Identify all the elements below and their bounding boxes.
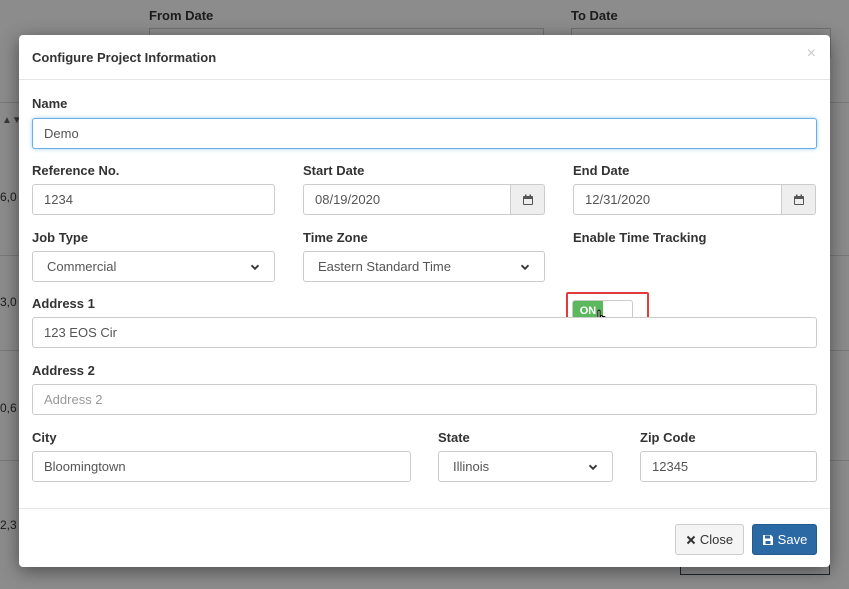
start-date-label: Start Date (303, 163, 365, 178)
calendar-icon (793, 194, 804, 205)
name-input[interactable] (32, 118, 817, 149)
close-button-label: Close (699, 532, 734, 547)
floppy-disk-icon (762, 534, 773, 545)
city-input[interactable] (32, 451, 411, 482)
state-value: Illinois (453, 459, 490, 474)
time-zone-value: Eastern Standard Time (318, 259, 451, 274)
start-date-input[interactable] (303, 184, 511, 215)
end-date-input[interactable] (573, 184, 782, 215)
reference-no-label: Reference No. (32, 163, 120, 178)
job-type-value: Commercial (47, 259, 117, 274)
end-date-calendar-button[interactable] (781, 184, 816, 215)
chevron-down-icon (250, 264, 260, 270)
address1-input[interactable] (32, 317, 817, 348)
state-select[interactable]: Illinois (438, 451, 613, 482)
time-tracking-label: Enable Time Tracking (573, 230, 707, 245)
configure-project-dialog: Configure Project Information × Name Ref… (19, 35, 830, 567)
job-type-select[interactable]: Commercial (32, 251, 275, 282)
modal-header: Configure Project Information × (19, 35, 830, 80)
state-label: State (438, 430, 470, 445)
end-date-label: End Date (573, 163, 630, 178)
zip-code-input[interactable] (640, 451, 817, 482)
times-icon (686, 535, 696, 544)
chevron-down-icon (520, 264, 530, 270)
modal-body: Name Reference No. Start Date End Date J… (19, 80, 830, 507)
calendar-icon (522, 194, 533, 205)
time-zone-select[interactable]: Eastern Standard Time (303, 251, 545, 282)
address2-input[interactable] (32, 384, 817, 415)
modal-title: Configure Project Information (32, 50, 217, 65)
address2-label: Address 2 (32, 363, 95, 378)
chevron-down-icon (588, 464, 598, 470)
city-label: City (32, 430, 57, 445)
reference-no-input[interactable] (32, 184, 275, 215)
close-x-icon[interactable]: × (807, 46, 816, 62)
time-zone-label: Time Zone (303, 230, 368, 245)
close-button[interactable]: Close (675, 524, 744, 555)
save-button[interactable]: Save (752, 524, 817, 555)
name-label: Name (32, 96, 68, 111)
address1-label: Address 1 (32, 296, 95, 311)
job-type-label: Job Type (32, 230, 89, 245)
save-button-label: Save (777, 532, 808, 547)
start-date-calendar-button[interactable] (510, 184, 545, 215)
zip-code-label: Zip Code (640, 430, 696, 445)
modal-footer: Close Save (19, 508, 830, 567)
